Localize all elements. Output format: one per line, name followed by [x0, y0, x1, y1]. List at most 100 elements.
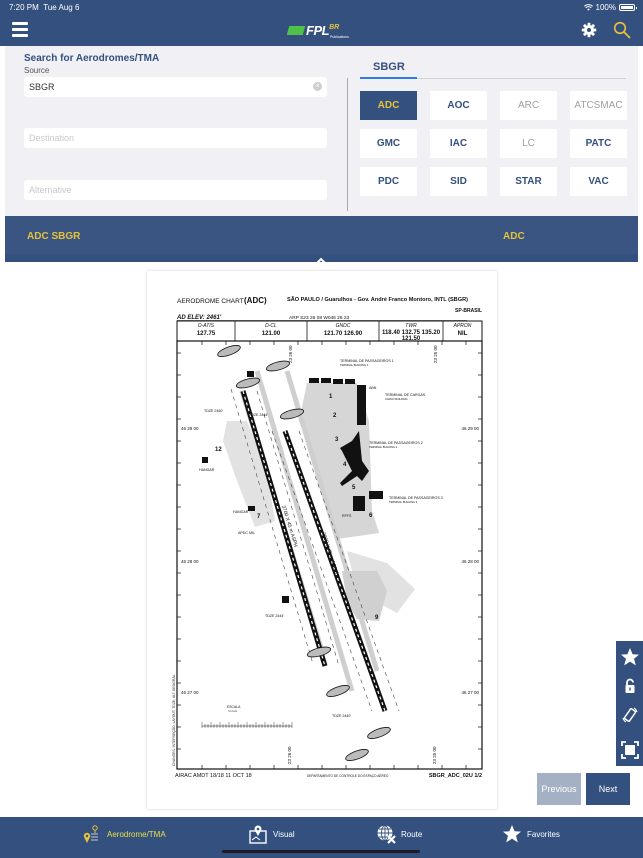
settings-button[interactable]	[581, 22, 597, 38]
chart-type-adc-button[interactable]: ADC	[360, 91, 417, 120]
freq-name: GNDC	[336, 323, 351, 329]
svg-text:TERMINAL BUILDING 3: TERMINAL BUILDING 3	[389, 500, 418, 504]
svg-text:TERMINAL BUILDING 1: TERMINAL BUILDING 1	[340, 363, 369, 367]
alternative-placeholder: Alternative	[29, 185, 72, 195]
tab-label: Route	[401, 829, 423, 839]
favorite-button[interactable]	[620, 647, 640, 667]
svg-text:12: 12	[215, 447, 222, 453]
app-logo: FPL BR Publications	[286, 23, 349, 39]
freq-value: NIL	[458, 331, 468, 337]
freq-name: APRON	[453, 323, 472, 329]
tab-label: Visual	[273, 829, 295, 839]
frequency-table: D-ATIS 127.75 D-CL 121.00 GNDC 121.70 126.90 T…	[176, 320, 483, 342]
tab-label: Aerodrome/TMA	[107, 829, 166, 839]
side-toolbar	[616, 641, 643, 766]
coordinate-label: 46 27 00	[461, 690, 479, 695]
tab-active-indicator	[360, 77, 417, 79]
logo-plane-icon	[286, 26, 306, 35]
chart-type-iac-button[interactable]: IAC	[430, 129, 487, 158]
result-bar: ADC SBGR ADC	[5, 216, 638, 266]
coordinate-label: 46 27 00	[181, 690, 199, 695]
fullscreen-icon	[621, 741, 639, 759]
svg-text:CARGO BUILDING: CARGO BUILDING	[385, 397, 407, 401]
logo-superscript: BR	[329, 24, 340, 31]
chart-type-lc-button[interactable]: LC	[500, 129, 557, 158]
tab-favorites[interactable]: Favorites	[502, 823, 560, 845]
chart-code: (ADC)	[244, 296, 267, 305]
status-bar-time: 7:20 PM Tue Aug 6	[9, 3, 79, 12]
tab-visual[interactable]: Visual	[248, 823, 295, 845]
result-chart-type: ADC	[503, 231, 525, 242]
star-icon	[503, 825, 521, 843]
changes-note: CHANGES: INTERSEÇÃO, LAYOUT, TDZE, ALT G…	[171, 674, 176, 766]
region: SP-BRASIL	[455, 308, 482, 314]
elevation: AD ELEV: 2461'	[176, 315, 222, 321]
route-pin-icon	[83, 825, 98, 843]
search-icon	[613, 21, 631, 39]
alternative-input[interactable]: Alternative	[24, 180, 327, 200]
wifi-icon	[583, 4, 593, 11]
clear-input-icon[interactable]: ×	[313, 82, 322, 91]
bottom-tab-bar: Aerodrome/TMA Visual Route Favorites	[0, 817, 643, 858]
chart-type-grid: ADC AOC ARC ATCSMAC GMC IAC LC PATC PDC SID STAR VA…	[360, 91, 627, 196]
arp: ARP S23 26 08 W046 28 23	[289, 315, 350, 321]
gear-icon	[581, 22, 597, 38]
battery-icon	[619, 4, 637, 11]
chart-title: AERODROME CHART	[177, 298, 244, 305]
svg-text:TERMINAL BUILDING 2: TERMINAL BUILDING 2	[369, 445, 398, 449]
coordinate-label: 23 26 00	[287, 746, 292, 764]
chart-type-aoc-button[interactable]: AOC	[430, 91, 487, 120]
fullscreen-button[interactable]	[620, 740, 640, 760]
previous-button[interactable]: Previous	[537, 773, 581, 805]
date: Tue Aug 6	[43, 3, 80, 12]
svg-text:TERMINAL DE CARGAS: TERMINAL DE CARGAS	[385, 393, 426, 397]
coordinate-label: 23 25 00	[433, 345, 438, 363]
rotate-button[interactable]	[620, 705, 640, 725]
chart-type-vac-button[interactable]: VAC	[570, 167, 627, 196]
battery-percent: 100%	[595, 3, 616, 12]
tab-route[interactable]: Route	[376, 823, 422, 845]
chart-type-arc-button[interactable]: ARC	[500, 91, 557, 120]
result-bar-row[interactable]	[5, 216, 638, 254]
destination-input[interactable]: Destination	[24, 128, 327, 148]
logo-text: FPL	[306, 23, 330, 38]
svg-text:HANGAR: HANGAR	[199, 468, 215, 472]
svg-text:ABN: ABN	[369, 386, 377, 390]
airport-tab-bar: SBGR	[360, 61, 626, 81]
coordinate-label: 46 28 00	[181, 559, 199, 564]
lock-icon	[625, 678, 635, 693]
svg-text:TDZE 2450': TDZE 2450'	[204, 409, 223, 413]
svg-text:RFFS: RFFS	[342, 514, 352, 518]
star-icon	[621, 648, 639, 666]
coordinate-label: 46 29 00	[461, 426, 479, 431]
svg-text:TDZE 2444': TDZE 2444'	[249, 413, 268, 417]
freq-value: 121.00	[262, 331, 281, 337]
tab-sbgr[interactable]: SBGR	[373, 61, 405, 73]
chart-type-star-button[interactable]: STAR	[500, 167, 557, 196]
lock-button[interactable]	[620, 676, 640, 696]
freq-name: D-CL	[265, 323, 277, 329]
search-button[interactable]	[613, 21, 631, 39]
freq-value: 121.70 126.90	[324, 331, 363, 337]
hamburger-icon-line	[12, 28, 28, 31]
source-label: Source	[24, 66, 50, 75]
source-input[interactable]: SBGR ×	[24, 77, 327, 97]
next-button[interactable]: Next	[586, 773, 630, 805]
tab-aerodrome-tma[interactable]: Aerodrome/TMA	[82, 823, 166, 845]
menu-button[interactable]	[12, 22, 28, 38]
chevron-up-icon	[314, 257, 328, 266]
chart-type-gmc-button[interactable]: GMC	[360, 129, 417, 158]
footer-chart-id: SBGR_ADC_02U 1/2	[429, 773, 482, 779]
source-value: SBGR	[29, 82, 55, 92]
rotate-icon	[622, 707, 638, 723]
logo-subtitle: Publications	[330, 35, 349, 39]
app-header: 7:20 PM Tue Aug 6 100% FPL BR Publicatio…	[0, 0, 643, 46]
chart-document-viewer[interactable]: AERODROME CHART (ADC) SÃO PAULO / Guarul…	[147, 271, 497, 809]
chart-type-atcsmac-button[interactable]: ATCSMAC	[570, 91, 627, 120]
chart-type-pdc-button[interactable]: PDC	[360, 167, 417, 196]
chart-type-patc-button[interactable]: PATC	[570, 129, 627, 158]
airport-name: SÃO PAULO / Guarulhos - Gov. André Franc…	[287, 296, 468, 303]
chart-type-sid-button[interactable]: SID	[430, 167, 487, 196]
collapse-button[interactable]	[314, 253, 328, 266]
hamburger-icon-line	[12, 22, 28, 25]
